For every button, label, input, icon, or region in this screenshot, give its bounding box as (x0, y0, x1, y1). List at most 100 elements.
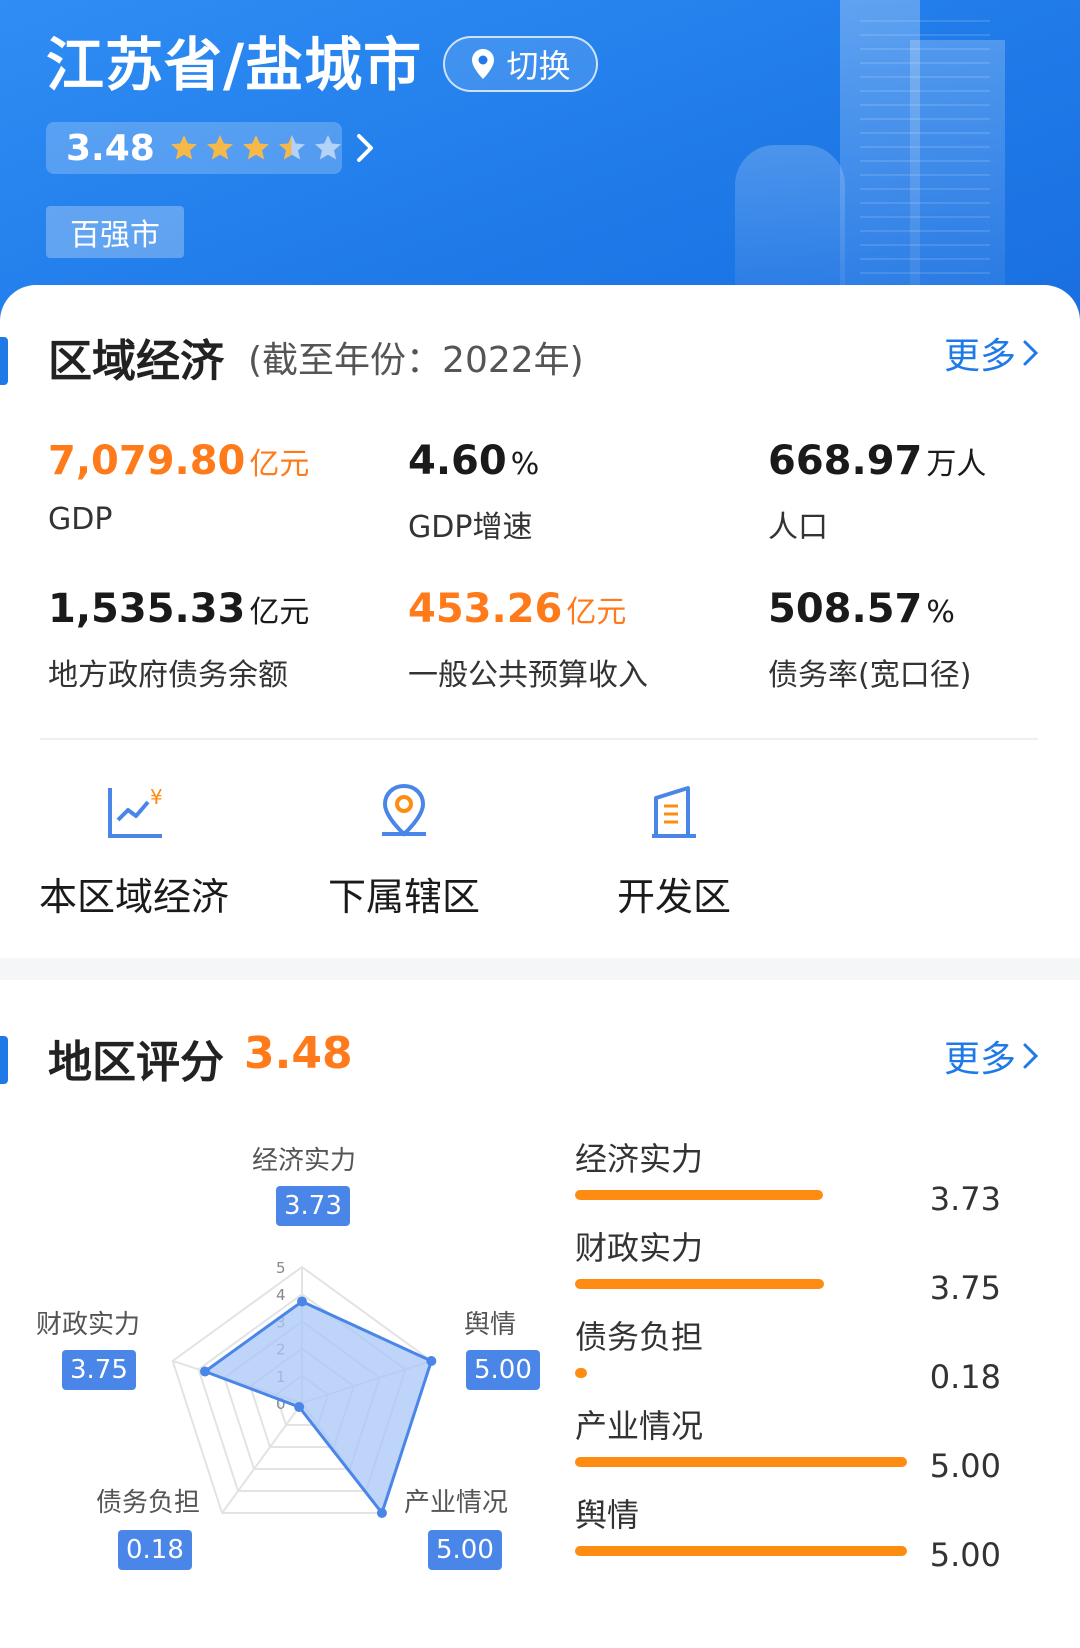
metric-label: 债务率(宽口径) (768, 658, 972, 693)
score-bar-label: 产业情况 (575, 1407, 704, 1445)
score-bar-row: 舆情 5.00 (575, 1490, 1045, 1574)
building-decoration (735, 145, 845, 305)
star-icon (242, 135, 269, 160)
radar-value-badge: 3.75 (62, 1350, 136, 1390)
radar-point (376, 1508, 387, 1519)
metric-unit: 亿元 (566, 595, 627, 630)
radar-axis-label: 经济实力 (252, 1146, 357, 1176)
chevron-right-icon[interactable] (350, 128, 380, 168)
metric-value: 668.97 (768, 438, 923, 484)
metric-label: 一般公共预算收入 (408, 658, 648, 693)
score-bar-track (575, 1279, 907, 1289)
nav-label: 本区域经济 (38, 875, 229, 919)
radar-tick-label: 5 (276, 1259, 286, 1277)
metric-label: 地方政府债务余额 (48, 658, 288, 693)
switch-label: 切换 (506, 47, 571, 85)
score-bar-track (575, 1190, 907, 1200)
radar-axis-label: 产业情况 (404, 1488, 509, 1518)
rating-value: 3.48 (66, 127, 155, 169)
radar-axis-label: 舆情 (464, 1310, 517, 1340)
economy-more-link[interactable]: 更多 (944, 327, 1040, 379)
nav-regional-economy[interactable]: ¥ 本区域经济 (38, 780, 230, 921)
section-marker (0, 337, 8, 385)
metric-value: 4.60 (408, 438, 507, 484)
economy-subtitle: (截至年份：2022年) (248, 340, 584, 381)
radar-axis-label: 财政实力 (36, 1310, 141, 1340)
svg-text:¥: ¥ (150, 785, 163, 809)
metric-5: 508.57% 债务率(宽口径) (768, 586, 971, 694)
metric-value: 453.26 (408, 586, 563, 632)
score-bar-track (575, 1546, 907, 1556)
radar-point (199, 1366, 210, 1377)
radar-tick-label: 4 (276, 1286, 286, 1304)
metric-unit: % (510, 447, 540, 482)
score-title: 地区评分 (48, 1037, 224, 1088)
score-bar-track (575, 1368, 907, 1378)
nav-subordinate-districts[interactable]: 下属辖区 (324, 780, 484, 921)
metric-2: 668.97 万人人口 (768, 438, 986, 546)
star-icon (206, 135, 233, 160)
score-bar-fill (575, 1279, 824, 1289)
divider (40, 738, 1038, 740)
star-icon (278, 135, 305, 160)
section-marker (0, 1036, 8, 1084)
score-bar-track (575, 1457, 907, 1467)
rating-pill[interactable]: 3.48 (46, 122, 342, 174)
metric-value: 508.57 (768, 586, 923, 632)
metric-1: 4.60% GDP增速 (408, 438, 539, 546)
score-bar-fill (575, 1457, 907, 1467)
location-title: 江苏省/盐城市 (46, 31, 423, 99)
radar-value-badge: 0.18 (118, 1530, 192, 1570)
score-bar-row: 产业情况 5.00 (575, 1401, 1045, 1485)
nav-development-zone[interactable]: 开发区 (604, 780, 744, 921)
city-tag: 百强市 (46, 206, 184, 258)
metric-unit: 万人 (926, 447, 987, 482)
radar-value-badge: 5.00 (466, 1350, 540, 1390)
building-decoration (860, 20, 990, 290)
metric-value: 7,079.80 (48, 438, 246, 484)
metric-label: 人口 (768, 510, 828, 545)
radar-point (294, 1401, 305, 1412)
score-bar-fill (575, 1190, 823, 1200)
star-icon (170, 135, 197, 160)
metric-label: GDP增速 (408, 510, 533, 545)
radar-series-area (201, 1299, 434, 1517)
score-bar-value: 5.00 (929, 1536, 1001, 1574)
radar-value-badge: 3.73 (276, 1186, 350, 1226)
score-bar-fill (575, 1546, 907, 1556)
metric-unit: 亿元 (249, 447, 310, 482)
star-rating (169, 133, 343, 163)
metric-4: 453.26 亿元一般公共预算收入 (408, 586, 648, 694)
score-bar-label: 舆情 (575, 1496, 640, 1534)
metric-value: 1,535.33 (48, 586, 246, 632)
score-bar-row: 经济实力 3.73 (575, 1134, 1045, 1218)
metric-unit: % (926, 595, 955, 630)
radar-point (426, 1355, 437, 1366)
nav-label: 开发区 (616, 875, 731, 919)
score-bar-row: 债务负担 0.18 (575, 1312, 1045, 1396)
score-bar-label: 经济实力 (575, 1140, 704, 1178)
economy-title: 区域经济 (48, 336, 224, 387)
score-bar-value: 3.73 (929, 1180, 1001, 1218)
radar-point (297, 1296, 307, 1307)
location-pin-icon (472, 49, 495, 79)
nav-label: 下属辖区 (327, 875, 480, 919)
metric-unit: 亿元 (249, 595, 310, 630)
metric-label: GDP (48, 502, 113, 537)
score-value: 3.48 (244, 1028, 353, 1079)
chart-yuan-icon: ¥ (108, 785, 163, 838)
score-bar-fill (575, 1368, 587, 1378)
more-label: 更多 (943, 336, 1016, 377)
building-icon (652, 786, 696, 838)
score-more-link[interactable]: 更多 (944, 1030, 1040, 1082)
map-pin-icon (382, 783, 426, 837)
metric-0: 7,079.80 亿元 GDP (48, 438, 309, 537)
radar-axis-label: 债务负担 (96, 1488, 201, 1518)
score-bar-value: 3.75 (929, 1269, 1001, 1307)
score-bar-value: 0.18 (929, 1358, 1001, 1396)
metric-3: 1,535.33 亿元地方政府债务余额 (48, 586, 309, 694)
score-bar-value: 5.00 (929, 1447, 1001, 1485)
score-bar-label: 财政实力 (575, 1229, 704, 1267)
chevron-right-icon (1023, 1043, 1039, 1069)
switch-location-button[interactable]: 切换 (443, 36, 598, 92)
